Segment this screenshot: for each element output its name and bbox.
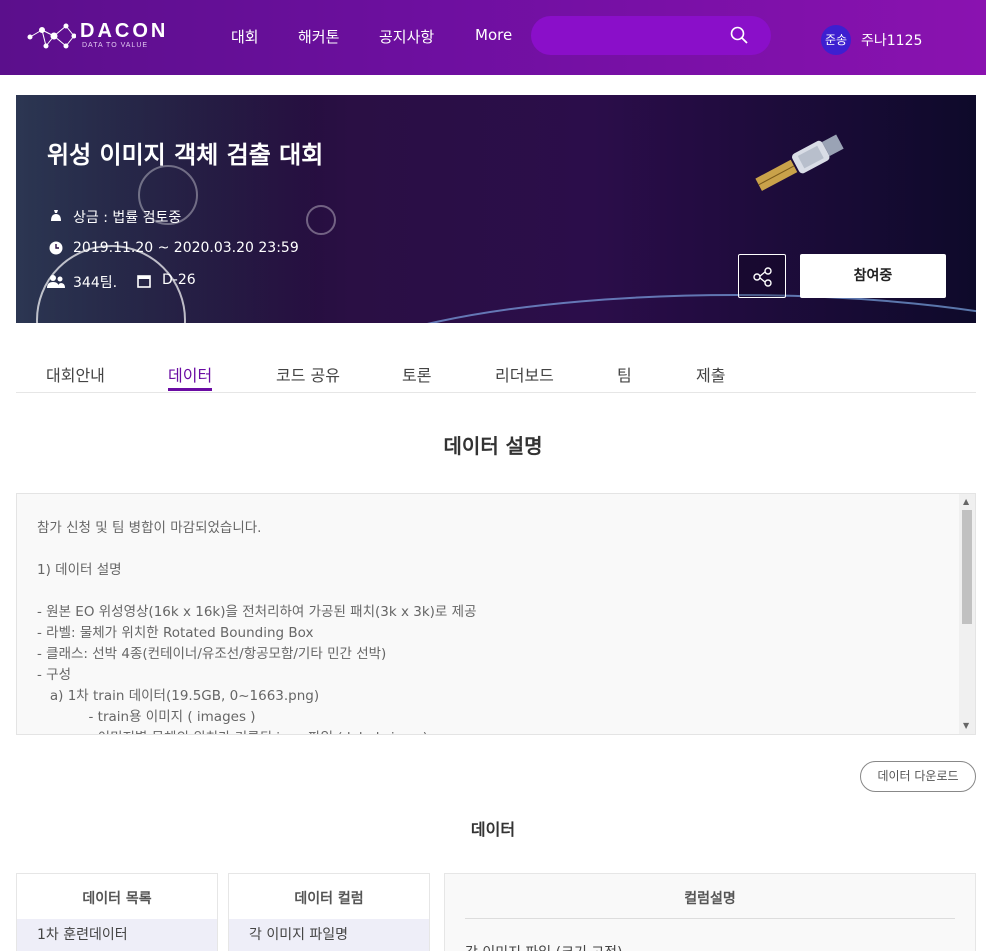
username[interactable]: 주나1125: [861, 30, 922, 50]
competition-banner: 위성 이미지 객체 검출 대회 상금 : 법률 검토중 2019.11.20 ~…: [16, 95, 976, 323]
description-line: - 구성: [37, 667, 72, 683]
tab-team[interactable]: 팀: [617, 362, 632, 386]
nav-competitions[interactable]: 대회: [231, 26, 259, 47]
tab-submit[interactable]: 제출: [696, 362, 725, 386]
top-navigation-bar: DACON DATA TO VALUE 대회 해커톤 공지사항 More 준송 …: [0, 0, 986, 75]
description-line: 참가 신청 및 팀 병합이 마감되었습니다.: [37, 520, 262, 536]
scroll-down-icon[interactable]: ▼: [963, 722, 971, 730]
tab-data[interactable]: 데이터: [168, 362, 212, 386]
dacon-logo[interactable]: DACON DATA TO VALUE: [26, 20, 176, 54]
column-description-text: 각 이미지 파일 (크기 고정): [465, 942, 623, 951]
description-line: - 라벨: 물체가 위치한 Rotated Bounding Box: [37, 625, 314, 641]
nav-more[interactable]: More: [475, 26, 512, 44]
data-description-box[interactable]: 참가 신청 및 팀 병합이 마감되었습니다. 1) 데이터 설명 - 원본 EO…: [16, 493, 976, 735]
search-icon[interactable]: [730, 26, 748, 44]
logo-text: DACON: [80, 20, 169, 42]
description-line: - train용 이미지 ( images ): [37, 709, 256, 725]
data-columns-panel: 데이터 컬럼 각 이미지 파일명: [228, 873, 430, 951]
column-description-panel: 컬럼설명 각 이미지 파일 (크기 고정): [444, 873, 976, 951]
calendar-icon: [137, 275, 151, 288]
description-line: - 원본 EO 위성영상(16k x 16k)을 전처리하여 가공된 패치(3k…: [37, 604, 477, 620]
period-text: 2019.11.20 ~ 2020.03.20 23:59: [73, 240, 299, 256]
data-download-button[interactable]: 데이터 다운로드: [860, 761, 976, 792]
competition-title: 위성 이미지 객체 검출 대회: [47, 141, 324, 169]
tab-overview[interactable]: 대회안내: [46, 362, 105, 386]
money-bag-icon: [51, 210, 61, 221]
logo-network-icon: [27, 23, 76, 49]
description-scrollbar[interactable]: ▲ ▼: [959, 494, 975, 734]
data-section-title: 데이터: [470, 820, 516, 839]
tab-leaderboard[interactable]: 리더보드: [495, 362, 554, 386]
scrollbar-thumb[interactable]: [962, 510, 972, 624]
dday-text: D-26: [162, 272, 196, 288]
data-columns-header: 데이터 컬럼: [294, 891, 364, 907]
avatar[interactable]: 준송: [821, 25, 851, 55]
team-icon: [47, 275, 65, 288]
prize-text: 상금 : 법률 검토중: [73, 210, 182, 226]
team-count: 344팀.: [73, 275, 118, 291]
clock-icon: [49, 241, 63, 255]
divider: [465, 918, 955, 919]
nav-hackathon[interactable]: 해커톤: [298, 26, 339, 47]
description-line: 1) 데이터 설명: [37, 562, 122, 578]
competition-tabs: 대회안내 데이터 코드 공유 토론 리더보드 팀 제출: [16, 350, 976, 393]
column-description-header: 컬럼설명: [684, 891, 736, 907]
satellite-icon: [755, 134, 844, 191]
share-button[interactable]: [738, 254, 786, 298]
join-status-button[interactable]: 참여중: [800, 254, 946, 298]
description-line: - 클래스: 선박 4종(컨테이너/유조선/항공모함/기타 민간 선박): [37, 646, 387, 662]
data-column-item[interactable]: 각 이미지 파일명: [229, 919, 429, 951]
scroll-up-icon[interactable]: ▲: [963, 498, 971, 506]
tab-code-share[interactable]: 코드 공유: [276, 362, 340, 386]
data-list-header: 데이터 목록: [82, 891, 152, 907]
share-icon: [753, 267, 772, 287]
active-tab-indicator: [168, 388, 212, 391]
data-description-title: 데이터 설명: [443, 434, 543, 458]
logo-tagline: DATA TO VALUE: [82, 42, 149, 49]
description-line: a) 1차 train 데이터(19.5GB, 0~1663.png): [37, 688, 320, 704]
data-list-panel: 데이터 목록 1차 훈련데이터(0~1663.png): [16, 873, 218, 951]
tab-discussion[interactable]: 토론: [402, 362, 431, 386]
search-input[interactable]: [547, 24, 727, 46]
description-line: - 이미지별 물체의 위치가 기록된 json 파일 ( labels.json…: [37, 726, 428, 734]
banner-ring-decoration-tiny: [306, 205, 336, 235]
nav-notices[interactable]: 공지사항: [379, 26, 434, 47]
data-list-item[interactable]: 1차 훈련데이터(0~1663.png): [17, 919, 217, 951]
